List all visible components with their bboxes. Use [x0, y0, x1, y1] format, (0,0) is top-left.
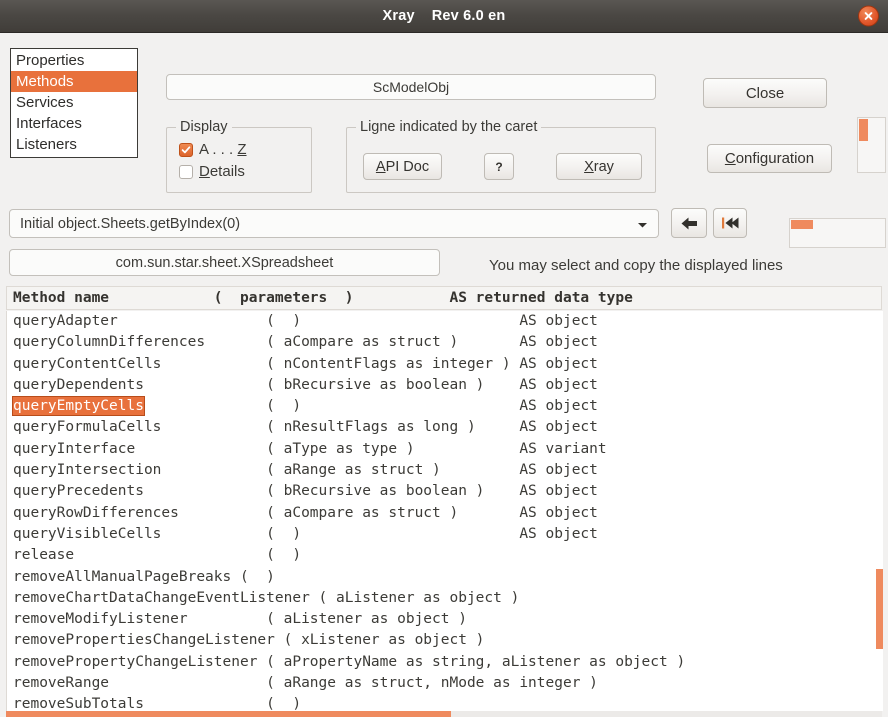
display-group-title: Display: [176, 119, 232, 135]
method-signature-text: removeRange ( aRange as struct, nMode as…: [13, 675, 598, 692]
table-row[interactable]: removeSubTotals ( ): [13, 694, 881, 711]
window-title: Xray Rev 6.0 en: [382, 8, 506, 24]
back-arrow-icon[interactable]: [671, 208, 707, 238]
help-button[interactable]: ?: [484, 153, 514, 180]
secondary-vertical-scrollbar[interactable]: [857, 117, 886, 173]
category-list[interactable]: Properties Methods Services Interfaces L…: [10, 48, 138, 158]
method-signature-text: release ( ): [13, 547, 302, 564]
checkbox-details-label: Details: [199, 163, 245, 180]
configuration-label: Configuration: [724, 150, 815, 167]
table-row[interactable]: queryDependents ( bRecursive as boolean …: [13, 375, 881, 396]
table-row[interactable]: removeAllManualPageBreaks ( ): [13, 567, 881, 588]
category-item-interfaces[interactable]: Interfaces: [11, 113, 137, 134]
table-vertical-scrollbar[interactable]: [876, 311, 883, 711]
method-signature-text: removeAllManualPageBreaks ( ): [13, 568, 275, 585]
chevron-down-icon[interactable]: [637, 216, 648, 232]
method-signature-text: queryPrecedents ( bRecursive as boolean …: [13, 483, 520, 500]
method-return-type-text: AS object: [519, 419, 598, 436]
xray-button[interactable]: Xray: [556, 153, 642, 180]
checkbox-empty-icon: [179, 164, 193, 179]
method-signature-text: queryContentCells ( nContentFlags as int…: [13, 355, 520, 372]
interface-name-text: com.sun.star.sheet.XSpreadsheet: [115, 254, 334, 271]
secondary-horizontal-scrollbar-thumb[interactable]: [791, 220, 813, 229]
table-vertical-scrollbar-thumb[interactable]: [876, 569, 883, 649]
display-group: Display A . . . Z Details: [166, 119, 312, 193]
category-item-methods[interactable]: Methods: [11, 71, 137, 92]
close-button-label: Close: [745, 84, 785, 102]
table-row[interactable]: queryInterface ( aType as type ) AS vari…: [13, 439, 881, 460]
skip-to-first-icon[interactable]: [713, 208, 747, 238]
api-doc-label: API Doc: [375, 158, 430, 175]
checkbox-details[interactable]: Details: [179, 163, 245, 180]
xray-label: Xray: [584, 158, 614, 175]
selected-method-name[interactable]: queryEmptyCells: [12, 396, 145, 417]
close-button[interactable]: Close: [703, 78, 827, 108]
method-signature-text: queryIntersection ( aRange as struct ): [13, 462, 520, 479]
table-row[interactable]: removeRange ( aRange as struct, nMode as…: [13, 673, 881, 694]
table-row[interactable]: queryIntersection ( aRange as struct ) A…: [13, 460, 881, 481]
secondary-horizontal-scrollbar[interactable]: [789, 218, 886, 248]
caret-line-group-title: Ligne indicated by the caret: [356, 119, 542, 135]
table-row[interactable]: queryVisibleCells ( ) AS object: [13, 524, 881, 545]
table-row[interactable]: removeChartDataChangeEventListener ( aLi…: [13, 588, 881, 609]
table-row[interactable]: removePropertiesChangeListener ( xListen…: [13, 630, 881, 651]
object-name-field: ScModelObj: [166, 74, 656, 100]
method-signature-text: queryColumnDifferences ( aCompare as str…: [13, 334, 520, 351]
table-row[interactable]: removeModifyListener ( aListener as obje…: [13, 609, 881, 630]
interface-name-field[interactable]: com.sun.star.sheet.XSpreadsheet: [9, 249, 440, 276]
table-horizontal-scrollbar[interactable]: [6, 711, 882, 717]
table-row[interactable]: queryFormulaCells ( nResultFlags as long…: [13, 417, 881, 438]
checkbox-a-to-z-label: A . . . Z: [199, 141, 247, 158]
method-signature-text: removePropertiesChangeListener ( xListen…: [13, 632, 485, 649]
method-signature-text: removePropertyChangeListener ( aProperty…: [13, 653, 686, 670]
table-row[interactable]: queryRowDifferences ( aCompare as struct…: [13, 503, 881, 524]
method-signature-text: removeSubTotals ( ): [13, 696, 302, 711]
method-signature-text: queryAdapter ( ): [13, 313, 520, 329]
category-item-services[interactable]: Services: [11, 92, 137, 113]
method-return-type-text: AS object: [519, 525, 598, 542]
configuration-button[interactable]: Configuration: [707, 144, 832, 173]
window-body: Properties Methods Services Interfaces L…: [0, 33, 888, 717]
method-signature-text: queryRowDifferences ( aCompare as struct…: [13, 504, 520, 521]
method-signature-text: queryFormulaCells ( nResultFlags as long…: [13, 419, 520, 436]
method-return-type-text: AS object: [519, 355, 598, 372]
method-signature-text: queryInterface ( aType as type ): [13, 440, 511, 457]
method-return-type-text: AS object: [519, 313, 598, 329]
object-name-text: ScModelObj: [372, 79, 450, 95]
object-path-value: Initial object.Sheets.getByIndex(0): [20, 215, 241, 232]
table-row[interactable]: queryPrecedents ( bRecursive as boolean …: [13, 481, 881, 502]
method-return-type-text: AS object: [519, 334, 598, 351]
table-header: Method name ( parameters ) AS returned d…: [6, 286, 882, 310]
table-row[interactable]: queryAdapter ( ) AS object: [13, 311, 881, 332]
method-signature-text: removeChartDataChangeEventListener ( aLi…: [13, 589, 520, 606]
table-row[interactable]: removePropertyChangeListener ( aProperty…: [13, 652, 881, 673]
table-row[interactable]: release ( ): [13, 545, 881, 566]
table-row[interactable]: queryEmptyCells ( ) AS object: [12, 396, 881, 417]
table-horizontal-scrollbar-thumb[interactable]: [6, 711, 451, 717]
method-return-type-text: AS object: [519, 504, 598, 521]
close-icon[interactable]: [858, 5, 879, 27]
method-return-type-text: AS object: [519, 462, 598, 479]
method-return-type-text: ( ) AS object: [143, 398, 598, 415]
method-signature-text: removeModifyListener ( aListener as obje…: [13, 611, 467, 628]
object-path-combobox[interactable]: Initial object.Sheets.getByIndex(0): [9, 209, 659, 238]
method-signature-text: queryDependents ( bRecursive as boolean …: [13, 376, 520, 393]
method-signature-text: queryVisibleCells ( ): [13, 525, 520, 542]
table-row[interactable]: queryContentCells ( nContentFlags as int…: [13, 354, 881, 375]
category-item-listeners[interactable]: Listeners: [11, 134, 137, 155]
api-doc-button[interactable]: API Doc: [363, 153, 442, 180]
help-label: ?: [495, 159, 503, 174]
method-return-type-text: AS variant: [510, 440, 607, 457]
methods-table-body[interactable]: queryAdapter ( ) AS object queryColumnDif…: [6, 311, 882, 711]
secondary-vertical-scrollbar-thumb[interactable]: [859, 119, 868, 141]
checkmark-icon: [179, 142, 193, 157]
table-row[interactable]: queryColumnDifferences ( aCompare as str…: [13, 332, 881, 353]
hint-text: You may select and copy the displayed li…: [489, 257, 783, 274]
window-titlebar: Xray Rev 6.0 en: [0, 0, 888, 33]
category-item-properties[interactable]: Properties: [11, 50, 137, 71]
method-return-type-text: AS object: [519, 483, 598, 500]
checkbox-a-to-z[interactable]: A . . . Z: [179, 141, 247, 158]
method-return-type-text: AS object: [519, 376, 598, 393]
